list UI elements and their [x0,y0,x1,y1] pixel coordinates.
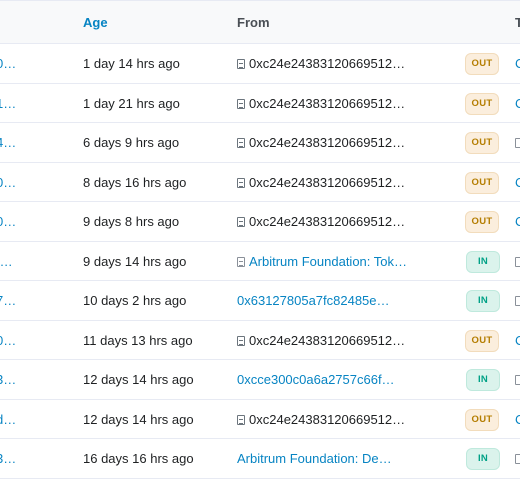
table-row: 0… 9 days 8 hrs ago 0xc24e24383120669512… O… [0,202,520,242]
from-address-text: 0xc24e24383120669512… [249,214,406,229]
txn-hash-link[interactable]: 3… [0,439,18,478]
contract-icon [515,256,520,267]
from-address-link[interactable]: 0x63127805a7fc82485e… [237,281,390,320]
direction-badge: IN [466,290,500,312]
to-contract-icon[interactable] [515,281,520,320]
direction-badge: OUT [465,211,499,233]
contract-file-icon [237,335,245,346]
from-address-link[interactable]: 0xc24e24383120669512… [237,400,405,439]
from-address-link[interactable]: 0xc24e24383120669512… [237,123,405,162]
contract-file-icon [237,59,245,69]
transactions-table: Age From T 0… 1 day 14 hrs ago 0xc24e24383… [0,0,520,479]
age-cell: 8 days 16 hrs ago [83,174,187,190]
table-row: 7… 10 days 2 hrs ago 0x63127805a7fc82485e…… [0,281,520,321]
direction-badge: IN [466,250,500,273]
age-cell: 10 days 2 hrs ago [83,293,187,308]
txn-hash-link[interactable]: 4… [0,123,18,162]
age-cell: 9 days 14 hrs ago [83,253,187,269]
from-column-header: From [237,15,270,30]
txn-hash-link[interactable]: 0… [0,44,18,83]
txn-hash-link[interactable]: 7… [0,281,18,320]
age-cell: 6 days 9 hrs ago [83,135,180,150]
txn-hash-link[interactable]: 0… [0,321,18,360]
to-contract-icon[interactable] [515,242,520,281]
contract-file-icon [237,414,245,425]
to-contract-icon[interactable] [515,439,520,478]
from-address-text: Arbitrum Foundation: De… [237,451,392,466]
table-row: 0… 1 day 14 hrs ago 0xc24e24383120669512… O… [0,44,520,84]
to-column-header: T [515,15,520,30]
from-address-link[interactable]: 0xc24e24383120669512… [237,44,405,83]
table-header: Age From T [0,0,520,44]
contract-icon [515,454,520,464]
contract-file-icon [237,256,245,267]
direction-badge: OUT [465,53,499,75]
to-address-link[interactable]: C [515,84,520,123]
from-address-text: 0xc24e24383120669512… [249,56,406,71]
table-row: 1… 1 day 21 hrs ago 0xc24e24383120669512… O… [0,84,520,123]
table-row: 3… 12 days 14 hrs ago 0xcce300c0a6a2757c66… [0,360,520,400]
txn-hash-link[interactable]: f… [0,242,18,281]
from-address-link[interactable]: 0xcce300c0a6a2757c66f… [237,360,395,399]
age-column-header[interactable]: Age [83,1,108,45]
direction-badge: OUT [465,171,499,194]
from-address-link[interactable]: 0xc24e24383120669512… [237,163,405,202]
direction-badge: IN [466,448,500,470]
from-address-link[interactable]: Arbitrum Foundation: Tok… [237,242,407,281]
direction-badge: OUT [465,329,499,352]
age-cell: 16 days 16 hrs ago [83,451,194,466]
from-address-link[interactable]: 0xc24e24383120669512… [237,321,405,360]
from-address-link[interactable]: Arbitrum Foundation: De… [237,439,392,478]
to-address-link[interactable]: C [515,163,520,202]
table-row: 0… 8 days 16 hrs ago 0xc24e24383120669512…… [0,163,520,202]
contract-file-icon [237,138,245,148]
to-address-link[interactable]: C [515,202,520,241]
from-address-text: 0xc24e24383120669512… [249,332,406,348]
to-address-link[interactable]: C [515,400,520,439]
table-row: 0… 11 days 13 hrs ago 0xc24e24383120669512… [0,321,520,360]
to-contract-icon[interactable] [515,360,520,399]
age-cell: 12 days 14 hrs ago [83,411,194,427]
table-body: 0… 1 day 14 hrs ago 0xc24e24383120669512… O… [0,44,520,479]
contract-icon [515,296,520,306]
to-contract-icon[interactable] [515,123,520,162]
from-address-text: 0xc24e24383120669512… [249,411,406,427]
direction-badge: IN [466,369,500,391]
txn-hash-link[interactable]: 1… [0,84,18,123]
age-cell: 12 days 14 hrs ago [83,372,194,387]
to-address-link[interactable]: C [515,321,520,360]
age-cell: 9 days 8 hrs ago [83,214,180,229]
from-address-text: 0xc24e24383120669512… [249,135,406,150]
table-row: 3… 16 days 16 hrs ago Arbitrum Foundation:… [0,439,520,479]
txn-hash-link[interactable]: 3… [0,360,18,399]
direction-badge: OUT [465,92,499,115]
txn-hash-link[interactable]: 0… [0,202,18,241]
contract-file-icon [237,98,245,109]
from-address-text: 0xcce300c0a6a2757c66f… [237,372,395,387]
from-address-link[interactable]: 0xc24e24383120669512… [237,202,405,241]
age-cell: 1 day 21 hrs ago [83,95,180,111]
age-cell: 1 day 14 hrs ago [83,56,180,71]
table-row: f… 9 days 14 hrs ago Arbitrum Foundation: … [0,242,520,281]
from-address-text: 0x63127805a7fc82485e… [237,293,390,308]
contract-icon [515,138,520,148]
table-row: 4… 6 days 9 hrs ago 0xc24e24383120669512… O… [0,123,520,163]
direction-badge: OUT [465,408,499,431]
from-address-text: 0xc24e24383120669512… [249,174,406,190]
to-address-link[interactable]: C [515,44,520,83]
txn-hash-link[interactable]: 0… [0,163,18,202]
contract-file-icon [237,177,245,188]
age-cell: 11 days 13 hrs ago [83,332,193,348]
from-address-text: 0xc24e24383120669512… [249,95,406,111]
table-row: d… 12 days 14 hrs ago 0xc24e24383120669512… [0,400,520,439]
contract-file-icon [237,217,245,227]
contract-icon [515,375,520,385]
from-address-text: Arbitrum Foundation: Tok… [249,253,407,269]
from-address-link[interactable]: 0xc24e24383120669512… [237,84,405,123]
txn-hash-link[interactable]: d… [0,400,18,439]
direction-badge: OUT [465,132,499,154]
